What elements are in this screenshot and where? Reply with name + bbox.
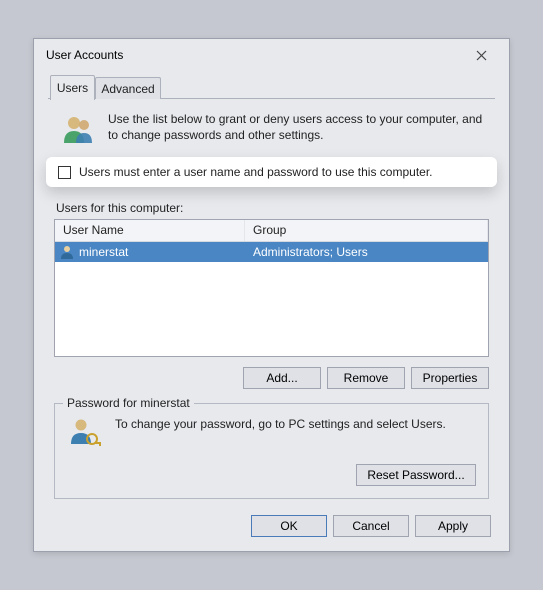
password-legend: Password for minerstat [63,396,194,410]
properties-button[interactable]: Properties [411,367,489,389]
list-buttons: Add... Remove Properties [54,367,489,389]
users-icon [60,111,96,147]
require-login-checkbox[interactable] [58,166,71,179]
ok-button[interactable]: OK [251,515,327,537]
tab-users-label: Users [57,81,88,95]
tab-strip: Users Advanced [48,75,495,99]
tab-advanced[interactable]: Advanced [95,77,161,99]
column-username[interactable]: User Name [55,220,245,241]
window-title: User Accounts [46,48,123,62]
users-listbox[interactable]: User Name Group minerstat Administrators… [54,219,489,357]
apply-button[interactable]: Apply [415,515,491,537]
dialog-buttons: OK Cancel Apply [34,515,509,551]
intro-text: Use the list below to grant or deny user… [108,111,483,147]
list-header: User Name Group [55,220,488,242]
key-user-icon [67,414,103,450]
titlebar: User Accounts [34,39,509,71]
remove-button[interactable]: Remove [327,367,405,389]
tab-advanced-label: Advanced [101,82,154,96]
require-login-row[interactable]: Users must enter a user name and passwor… [46,157,497,187]
require-login-label: Users must enter a user name and passwor… [79,165,433,179]
add-button[interactable]: Add... [243,367,321,389]
close-icon [476,50,487,61]
row-group: Administrators; Users [245,245,488,259]
reset-password-button[interactable]: Reset Password... [356,464,476,486]
user-icon [59,244,75,260]
user-accounts-dialog: User Accounts Users Advanced [33,38,510,552]
close-button[interactable] [461,43,501,67]
intro-row: Use the list below to grant or deny user… [60,111,483,147]
password-text: To change your password, go to PC settin… [115,414,446,432]
row-username: minerstat [79,245,245,259]
cancel-button[interactable]: Cancel [333,515,409,537]
password-fieldset: Password for minerstat To change your pa… [54,403,489,499]
list-row[interactable]: minerstat Administrators; Users [55,242,488,262]
tab-users[interactable]: Users [50,75,95,100]
column-group[interactable]: Group [245,220,488,241]
users-list-label: Users for this computer: [56,201,183,215]
tab-content: Use the list below to grant or deny user… [34,99,509,513]
